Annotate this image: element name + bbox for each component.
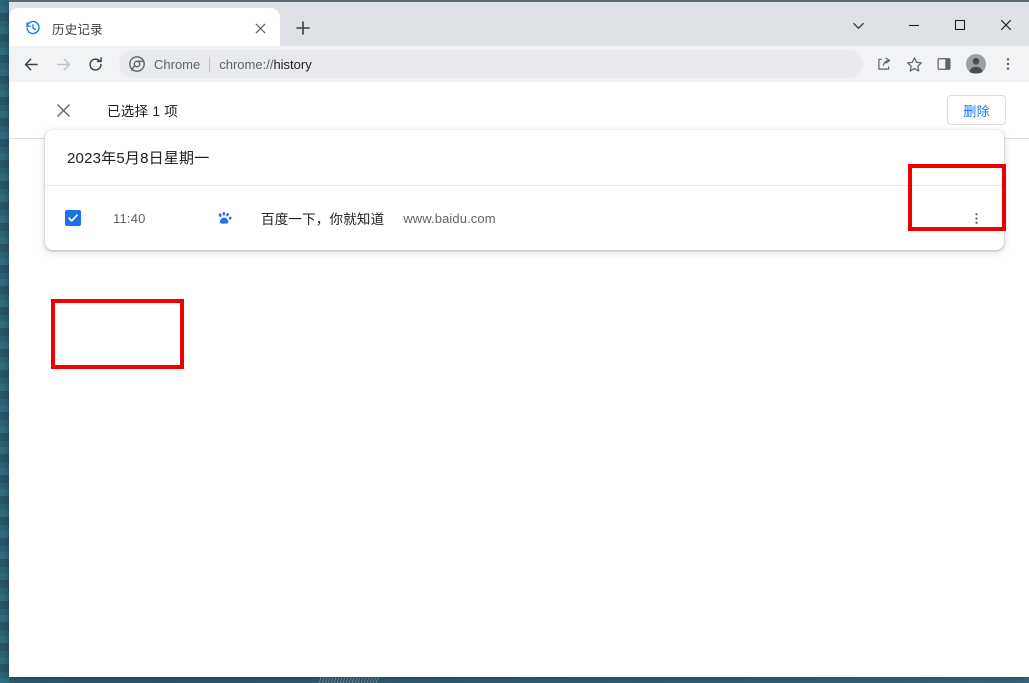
tab-close-icon[interactable] [248,16,272,40]
window-maximize-button[interactable] [937,2,983,48]
address-bar[interactable]: Chrome chrome://history [119,50,863,78]
side-panel-icon[interactable] [930,50,958,78]
reload-button[interactable] [81,50,109,78]
selection-count-label: 已选择 1 项 [107,100,178,120]
browser-toolbar: Chrome chrome://history [9,46,1029,82]
desktop-wallpaper-strip [0,0,9,683]
omnibox-url: chrome://history [219,57,311,72]
window-caption-buttons [891,2,1029,48]
star-icon[interactable] [900,50,928,78]
tab-search-button[interactable] [838,2,878,48]
omnibox-chip-label: Chrome [154,57,200,72]
row-title[interactable]: 百度一下，你就知道 [261,208,384,228]
delete-button[interactable]: 删除 [947,95,1006,125]
history-clock-icon [25,20,41,36]
avatar [966,54,986,74]
history-page: 已选择 1 项 删除 2023年5月8日星期一 11:40 [9,82,1029,677]
table-row[interactable]: 11:40 百度一下，你就知道 www.baidu.com [45,186,1004,250]
back-button[interactable] [17,50,45,78]
window-close-button[interactable] [983,2,1029,48]
row-more-actions-icon[interactable] [960,202,992,234]
history-card: 2023年5月8日星期一 11:40 [45,130,1004,250]
omnibox-url-scheme: chrome:// [219,57,273,72]
share-icon[interactable] [870,50,898,78]
profile-avatar-button[interactable] [962,50,990,78]
row-url: www.baidu.com [403,211,495,226]
chrome-logo-icon [129,56,145,72]
window-minimize-button[interactable] [891,2,937,48]
row-checkbox-highlight [51,299,184,369]
baidu-paw-icon [216,210,232,226]
tab-history[interactable]: 历史记录 [9,8,280,48]
browser-menu-icon[interactable] [994,50,1022,78]
clear-selection-icon[interactable] [47,94,79,126]
omnibox-url-host: history [273,57,311,72]
row-time: 11:40 [113,211,171,226]
tab-title: 历史记录 [52,19,248,38]
tab-strip: 历史记录 [9,0,1029,46]
row-checkbox[interactable] [65,210,81,226]
browser-window: 历史记录 [9,0,1029,677]
omnibox-separator [209,57,210,72]
forward-button[interactable] [49,50,77,78]
history-date-header: 2023年5月8日星期一 [45,130,1004,186]
new-tab-button[interactable] [289,14,317,42]
